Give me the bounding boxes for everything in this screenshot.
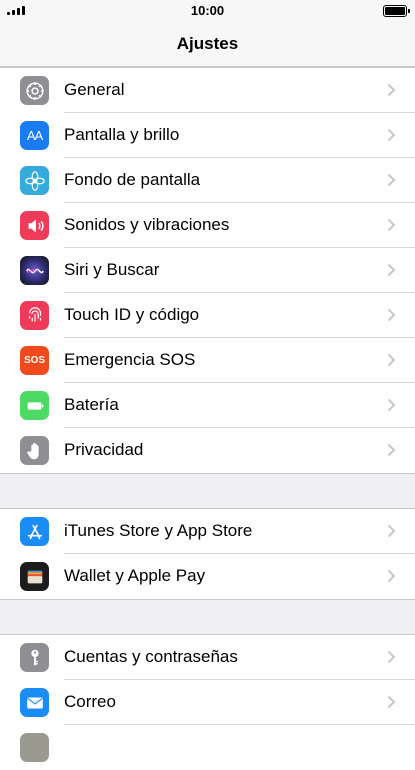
app-store-icon	[20, 517, 49, 546]
settings-item-mail[interactable]: Correo	[0, 680, 415, 725]
settings-item-label: Pantalla y brillo	[64, 125, 180, 144]
speaker-icon	[20, 211, 49, 240]
settings-item-itunes-app-store[interactable]: iTunes Store y App Store	[0, 509, 415, 554]
settings-item-label: iTunes Store y App Store	[64, 521, 253, 540]
settings-item-label: Batería	[64, 395, 119, 414]
page-title: Ajustes	[176, 34, 239, 53]
settings-item-label: Cuentas y contraseñas	[64, 647, 238, 666]
chevron-right-icon	[387, 83, 396, 97]
settings-item-touch-id[interactable]: Touch ID y código	[0, 293, 415, 338]
wallet-icon	[20, 562, 49, 591]
contacts-icon	[20, 733, 49, 762]
settings-item-sounds[interactable]: Sonidos y vibraciones	[0, 203, 415, 248]
chevron-right-icon	[387, 128, 396, 142]
settings-item-wallet[interactable]: Wallet y Apple Pay	[0, 554, 415, 599]
siri-icon	[20, 256, 49, 285]
settings-item-general[interactable]: General	[0, 68, 415, 113]
settings-item-label: Privacidad	[64, 440, 144, 459]
settings-group-general: General AA Pantalla y brillo Fondo de pa…	[0, 67, 415, 474]
settings-item-display[interactable]: AA Pantalla y brillo	[0, 113, 415, 158]
settings-item-label: Sonidos y vibraciones	[64, 215, 230, 234]
settings-group-stores: iTunes Store y App Store Wallet y Apple …	[0, 508, 415, 600]
settings-item-accounts-passwords[interactable]: Cuentas y contraseñas	[0, 635, 415, 680]
fingerprint-icon	[20, 301, 49, 330]
navigation-bar: Ajustes	[0, 22, 415, 67]
sos-icon: SOS	[20, 346, 49, 375]
chevron-right-icon	[387, 695, 396, 709]
settings-item-label: Correo	[64, 692, 116, 711]
settings-item-label: Wallet y Apple Pay	[64, 566, 206, 585]
chevron-right-icon	[387, 308, 396, 322]
chevron-right-icon	[387, 353, 396, 367]
display-brightness-icon: AA	[20, 121, 49, 150]
settings-item-emergency-sos[interactable]: SOS Emergencia SOS	[0, 338, 415, 383]
gear-icon	[20, 76, 49, 105]
key-icon	[20, 643, 49, 672]
status-bar: 10:00	[0, 0, 415, 22]
chevron-right-icon	[387, 650, 396, 664]
settings-item-contacts[interactable]	[0, 725, 415, 770]
chevron-right-icon	[387, 263, 396, 277]
chevron-right-icon	[387, 398, 396, 412]
settings-item-label: Emergencia SOS	[64, 350, 196, 369]
chevron-right-icon	[387, 524, 396, 538]
chevron-right-icon	[387, 443, 396, 457]
settings-item-siri[interactable]: Siri y Buscar	[0, 248, 415, 293]
chevron-right-icon	[387, 569, 396, 583]
settings-group-accounts: Cuentas y contraseñas Correo	[0, 634, 415, 770]
settings-item-battery[interactable]: Batería	[0, 383, 415, 428]
battery-icon	[20, 391, 49, 420]
chevron-right-icon	[387, 218, 396, 232]
wallpaper-flower-icon	[20, 166, 49, 195]
settings-item-label: Touch ID y código	[64, 305, 200, 324]
chevron-right-icon	[387, 173, 396, 187]
battery-status-icon	[383, 5, 410, 17]
settings-item-wallpaper[interactable]: Fondo de pantalla	[0, 158, 415, 203]
settings-item-privacy[interactable]: Privacidad	[0, 428, 415, 473]
settings-item-label: General	[64, 80, 125, 99]
status-time: 10:00	[190, 3, 225, 18]
mail-icon	[20, 688, 49, 717]
settings-item-label: Fondo de pantalla	[64, 170, 201, 189]
hand-icon	[20, 436, 49, 465]
display-icon-text: AA	[26, 128, 43, 143]
sos-icon-text: SOS	[23, 355, 46, 366]
settings-item-label: Siri y Buscar	[64, 260, 160, 279]
